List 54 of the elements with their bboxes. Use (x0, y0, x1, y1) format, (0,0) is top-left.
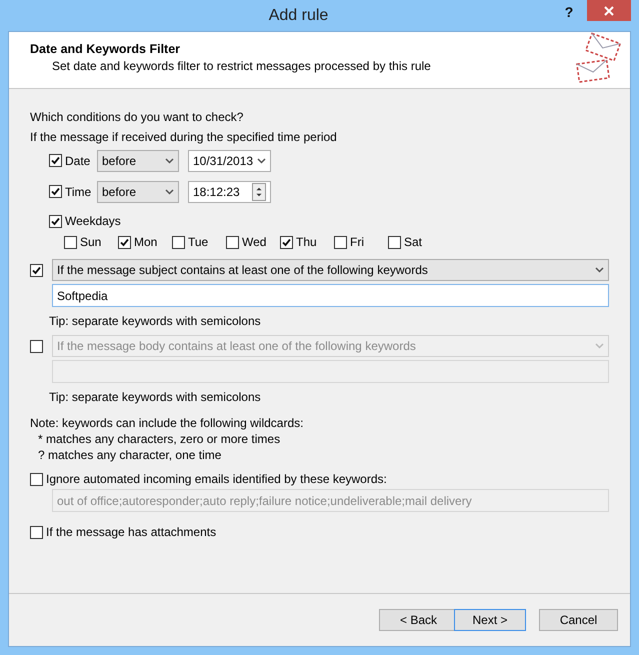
checkbox-label: Tue (188, 235, 208, 249)
period-label: If the message if received during the specified time period (30, 129, 338, 145)
checkbox[interactable] (49, 154, 62, 167)
checkbox-label: Fri (350, 235, 364, 249)
checkbox-label: Weekdays (65, 214, 121, 228)
note-text: Note: keywords can include the following wildcards: (30, 415, 304, 431)
checkbox[interactable] (280, 236, 293, 248)
keywords-field[interactable] (52, 360, 609, 383)
help-button[interactable]: ? (559, 4, 579, 20)
checkbox-label: Mon (134, 235, 158, 249)
checkbox-label: Thu (296, 235, 317, 249)
checkbox[interactable] (64, 236, 77, 248)
caret-icon (595, 267, 604, 273)
checkbox[interactable] (118, 236, 131, 248)
checkbox-label: If the message has attachments (46, 525, 216, 539)
checkbox-label: Wed (242, 235, 266, 249)
operator-dropdown[interactable]: before (97, 180, 179, 202)
checkbox[interactable] (30, 472, 43, 486)
checkbox-label: Date (65, 154, 90, 168)
spinner-icon (252, 182, 266, 200)
date-picker[interactable]: 10/31/2013 (188, 150, 271, 172)
tip-text: Tip: separate keywords with semicolons (49, 389, 262, 405)
header-title: Date and Keywords Filter (30, 42, 182, 56)
time-field[interactable]: 18:12:23 (188, 180, 271, 202)
close-button[interactable] (587, 0, 631, 21)
checkbox[interactable] (172, 236, 185, 248)
caret-icon (257, 158, 266, 164)
checkbox[interactable] (226, 236, 239, 248)
operator-dropdown[interactable]: before (97, 150, 179, 172)
checkbox[interactable] (30, 264, 43, 276)
window-title: Add rule (268, 6, 330, 24)
caret-icon (595, 343, 604, 349)
checkbox[interactable] (334, 236, 347, 248)
dialog-button[interactable]: Next > (454, 609, 526, 631)
caret-icon (165, 188, 174, 194)
checkbox-label: Sat (404, 235, 422, 249)
checkbox-label: Sun (80, 235, 102, 249)
keywords-field[interactable]: Softpedia (52, 284, 609, 307)
close-icon (604, 6, 614, 16)
question-label: Which conditions do you want to check? (30, 109, 244, 125)
header-subtitle: Set date and keywords filter to restrict messages processed by this rule (51, 59, 432, 73)
checkbox[interactable] (30, 340, 43, 352)
checkbox-label: Time (65, 184, 92, 198)
dialog-button[interactable]: Cancel (539, 609, 618, 631)
note-text: * matches any characters, zero or more times (37, 431, 282, 447)
checkbox[interactable] (30, 526, 43, 538)
checkbox[interactable] (49, 185, 62, 198)
note-text: ? matches any character, one time (37, 447, 222, 463)
tip-text: Tip: separate keywords with semicolons (49, 313, 262, 329)
checkbox[interactable] (49, 214, 62, 228)
caret-icon (165, 158, 174, 164)
checkbox[interactable] (388, 236, 401, 248)
condition-dropdown[interactable]: If the message subject contains at least one of the following keywords (52, 259, 609, 281)
checkbox-label: Ignore automated incoming emails identified by these keywords: (46, 472, 387, 486)
